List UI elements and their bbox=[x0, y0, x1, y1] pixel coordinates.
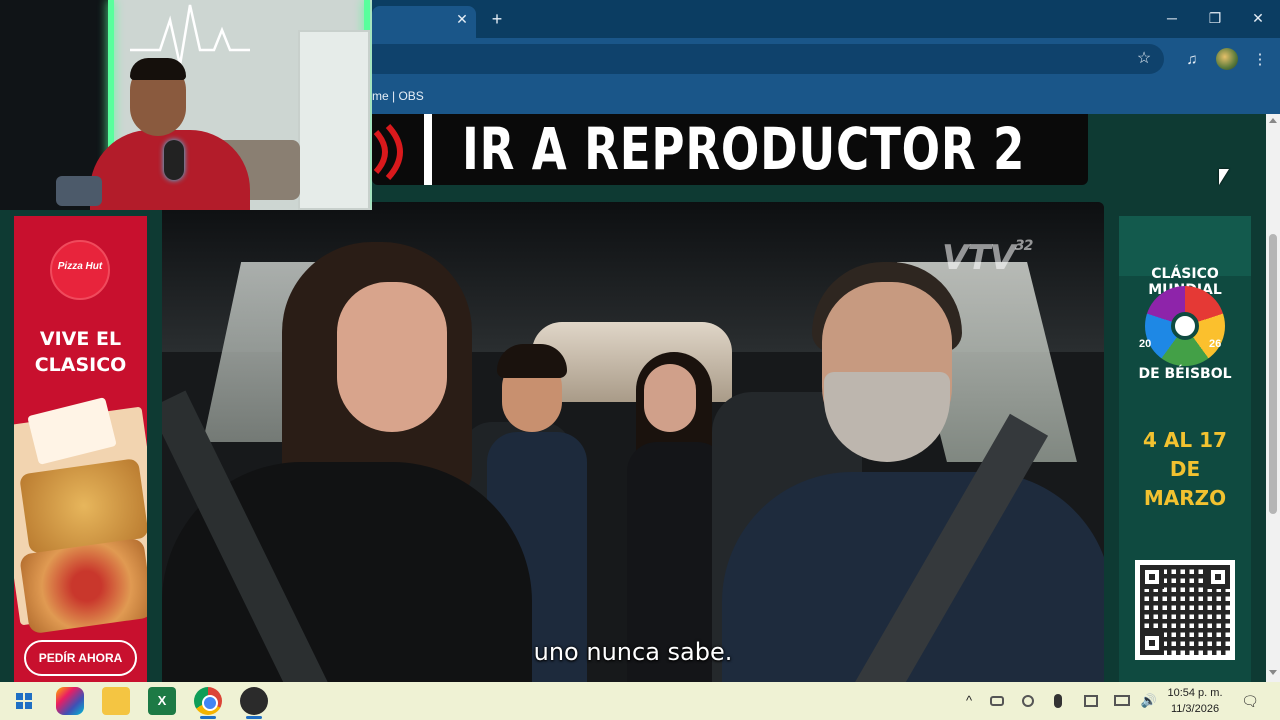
minimize-button[interactable]: ─ bbox=[1152, 6, 1192, 30]
battery-icon[interactable] bbox=[990, 696, 1004, 706]
file-explorer-icon[interactable] bbox=[102, 687, 130, 715]
chrome-icon[interactable] bbox=[194, 687, 222, 715]
ad-headline-line1: VIVE EL bbox=[39, 328, 122, 350]
volume-icon[interactable]: 🔊 bbox=[1140, 692, 1158, 710]
start-button[interactable] bbox=[10, 687, 38, 715]
phone bbox=[56, 176, 102, 206]
channel-number: 32 bbox=[1014, 238, 1034, 254]
video-frame-boy-hair bbox=[497, 344, 567, 378]
channel-logo: VTV32 bbox=[942, 238, 1034, 278]
page-scrollbar[interactable] bbox=[1266, 114, 1280, 682]
kebab-menu-icon[interactable]: ⋮ bbox=[1248, 48, 1272, 72]
capture-icon[interactable] bbox=[1084, 695, 1098, 707]
excel-icon[interactable]: X bbox=[148, 687, 176, 715]
channel-logo-text: VTV bbox=[942, 238, 1016, 278]
pizza-image-2 bbox=[19, 537, 147, 635]
video-subtitle: uno nunca sabe. bbox=[533, 638, 733, 666]
ad-headline-line2: CLASICO bbox=[34, 354, 127, 376]
pizza-hut-ad[interactable]: Pizza Hut VIVE EL CLASICO PEDÍR AHORA bbox=[14, 216, 147, 682]
pizza-hut-logo: Pizza Hut bbox=[50, 240, 110, 300]
qr-code-pattern bbox=[1140, 565, 1230, 655]
notification-icon[interactable]: 🗨 bbox=[1240, 691, 1260, 711]
qr-eye bbox=[1206, 565, 1230, 589]
microphone bbox=[164, 140, 184, 180]
video-frame-girl-face bbox=[644, 364, 696, 432]
close-window-button[interactable]: ✕ bbox=[1238, 6, 1278, 30]
webcam-overlay bbox=[0, 0, 372, 210]
wbc-title-bottom: DE BÉISBOL bbox=[1138, 366, 1232, 382]
wbc-year-right: 26 bbox=[1209, 338, 1222, 350]
clock-time: 10:54 p. m. bbox=[1167, 687, 1223, 699]
windows-taskbar: X ^ 🔊 10:54 p. m. 11/3/2026 🗨 bbox=[0, 682, 1280, 720]
obs-active-indicator bbox=[246, 716, 262, 719]
qr-code[interactable] bbox=[1135, 560, 1235, 660]
wbc-logo-center bbox=[1171, 312, 1199, 340]
webcam-person-hair bbox=[130, 58, 186, 80]
maximize-button[interactable]: ❐ bbox=[1195, 6, 1235, 30]
obs-icon[interactable] bbox=[240, 687, 268, 715]
wbc-year-left: 20 bbox=[1139, 338, 1152, 350]
media-control-icon[interactable]: ♫ bbox=[1180, 48, 1204, 72]
microphone-tray-icon[interactable] bbox=[1054, 694, 1062, 708]
world-baseball-classic-ad[interactable]: CLÁSICO MUNDIAL 20 26 DE BÉISBOL 4 AL 17… bbox=[1119, 216, 1251, 682]
event-dates-line3: MARZO bbox=[1143, 486, 1227, 510]
windows-logo-icon bbox=[16, 693, 32, 709]
broadcast-waves-icon bbox=[373, 123, 403, 181]
ad-headline: VIVE EL CLASICO bbox=[14, 326, 147, 378]
order-now-button[interactable]: PEDÍR AHORA bbox=[24, 640, 137, 676]
qr-eye bbox=[1140, 631, 1164, 655]
qr-eye bbox=[1140, 565, 1164, 589]
video-player[interactable]: VTV32 uno nunca sabe. bbox=[162, 202, 1104, 682]
clock-date: 11/3/2026 bbox=[1170, 703, 1220, 715]
system-clock[interactable]: 10:54 p. m. 11/3/2026 bbox=[1164, 685, 1226, 717]
video-frame-woman-face bbox=[337, 282, 447, 432]
pizza-hut-logo-text: Pizza Hut bbox=[57, 261, 103, 272]
webcam-door bbox=[298, 30, 370, 210]
player-2-banner[interactable]: IR A REPRODUCTOR 2 bbox=[372, 114, 1088, 185]
scroll-thumb[interactable] bbox=[1269, 234, 1277, 514]
tab-close-icon[interactable]: ✕ bbox=[452, 9, 472, 29]
tray-overflow-chevron-icon[interactable]: ^ bbox=[960, 692, 978, 710]
copilot-icon[interactable] bbox=[56, 687, 84, 715]
profile-avatar[interactable] bbox=[1216, 48, 1238, 70]
sync-icon[interactable] bbox=[1022, 695, 1034, 707]
event-dates: 4 AL 17 DE MARZO bbox=[1119, 426, 1251, 513]
wbc-logo-icon bbox=[1145, 286, 1225, 366]
address-bar[interactable]: ☆ bbox=[360, 44, 1164, 74]
mouse-cursor-icon bbox=[1219, 169, 1229, 185]
scroll-down-arrow-icon[interactable] bbox=[1269, 670, 1277, 675]
star-icon[interactable]: ☆ bbox=[1134, 49, 1154, 69]
chrome-active-indicator bbox=[200, 716, 216, 719]
event-dates-line2: DE bbox=[1169, 457, 1201, 481]
scroll-up-arrow-icon[interactable] bbox=[1269, 118, 1277, 123]
new-tab-button[interactable]: + bbox=[486, 8, 508, 30]
banner-divider bbox=[424, 114, 432, 185]
event-dates-line1: 4 AL 17 bbox=[1143, 428, 1227, 452]
banner-text: IR A REPRODUCTOR 2 bbox=[462, 115, 1026, 183]
network-icon[interactable] bbox=[1114, 695, 1130, 706]
screen: ✕ + ─ ❐ ✕ ☆ ♫ ⋮ me | OBS IR A REPRODUCTO… bbox=[0, 0, 1280, 720]
bookmark-obs[interactable]: me | OBS bbox=[372, 89, 424, 103]
